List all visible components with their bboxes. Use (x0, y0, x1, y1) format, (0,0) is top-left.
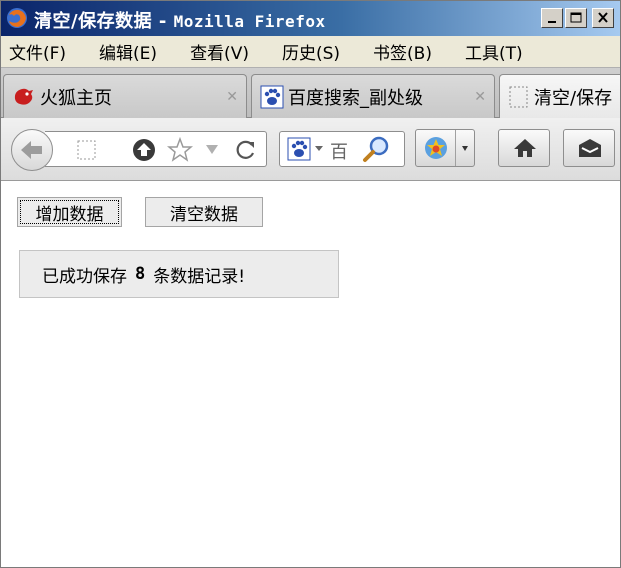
clear-data-button[interactable]: 清空数据 (145, 197, 263, 227)
maximize-button[interactable] (565, 8, 587, 28)
window-title-app: Mozilla Firefox (173, 12, 326, 31)
reload-icon[interactable] (235, 139, 257, 161)
back-arrow-icon (21, 141, 42, 159)
close-icon (598, 12, 608, 23)
blank-page-icon (509, 86, 528, 108)
addon-dropdown-icon[interactable] (462, 146, 468, 152)
url-bar[interactable] (45, 131, 267, 167)
search-icon[interactable] (362, 135, 392, 163)
home-icon (514, 139, 536, 157)
window-title: 清空/保存数据 - Mozilla Firefox (34, 7, 326, 33)
menu-file[interactable]: 文件(F) (9, 39, 66, 64)
record-count: 8 (135, 264, 146, 284)
menu-tools[interactable]: 工具(T) (465, 39, 523, 64)
menu-bookmarks[interactable]: 书签(B) (373, 39, 432, 64)
tab-firefox-home[interactable]: 火狐主页 ✕ (3, 74, 247, 118)
addon-button[interactable] (415, 129, 475, 167)
menu-history[interactable]: 历史(S) (282, 39, 340, 64)
menu-view[interactable]: 查看(V) (190, 39, 249, 64)
message-prefix: 已成功保存 (42, 266, 127, 287)
tab-label: 百度搜索_副处级 (288, 87, 423, 109)
status-message: 已成功保存 8 条数据记录! (19, 250, 339, 298)
firefox-icon (14, 88, 33, 105)
tab-label: 火狐主页 (40, 87, 112, 109)
tab-active-page[interactable]: 清空/保存 (499, 74, 620, 119)
go-icon[interactable] (131, 138, 157, 164)
window-title-separator: - (152, 11, 174, 32)
add-data-button[interactable]: 增加数据 (17, 197, 122, 227)
tab-baidu-search[interactable]: 百度搜索_副处级 ✕ (251, 74, 495, 118)
message-suffix: 条数据记录! (153, 266, 246, 287)
back-button[interactable] (11, 129, 53, 171)
search-engine-label: 百 (330, 142, 348, 163)
baidu-paw-icon (260, 85, 284, 108)
navigation-toolbar: 百 (1, 118, 620, 181)
inbox-icon (579, 139, 601, 157)
browser-window: 清空/保存数据 - Mozilla Firefox 文件(F) 编辑(E) 查看… (0, 0, 621, 568)
minimize-button[interactable] (541, 8, 563, 28)
search-bar[interactable]: 百 (279, 131, 405, 167)
addon-badge-icon (425, 137, 447, 159)
baidu-paw-icon[interactable] (287, 137, 311, 161)
firefox-icon (7, 8, 27, 28)
close-button[interactable] (592, 8, 614, 28)
title-bar: 清空/保存数据 - Mozilla Firefox (1, 1, 620, 36)
dropdown-arrow-icon[interactable] (205, 144, 219, 156)
maximize-icon (570, 12, 582, 23)
downloads-button[interactable] (563, 129, 615, 167)
window-controls (541, 8, 614, 28)
minimize-icon (548, 21, 556, 23)
window-title-page: 清空/保存数据 (34, 11, 153, 32)
tab-close-icon[interactable]: ✕ (226, 89, 238, 105)
menu-bar: 文件(F) 编辑(E) 查看(V) 历史(S) 书签(B) 工具(T) (1, 36, 620, 68)
home-button[interactable] (498, 129, 550, 167)
bookmark-star-icon[interactable] (167, 137, 193, 163)
search-engine-dropdown-icon[interactable] (315, 146, 323, 152)
tab-strip: 火狐主页 ✕ 百度搜索_副处级 ✕ 清空/保存 (1, 68, 620, 119)
tab-close-icon[interactable]: ✕ (474, 89, 486, 105)
page-identity-icon (77, 140, 96, 160)
page-content: 增加数据 清空数据 已成功保存 8 条数据记录! (1, 181, 620, 567)
tab-label: 清空/保存 (534, 88, 613, 109)
menu-edit[interactable]: 编辑(E) (99, 39, 157, 64)
